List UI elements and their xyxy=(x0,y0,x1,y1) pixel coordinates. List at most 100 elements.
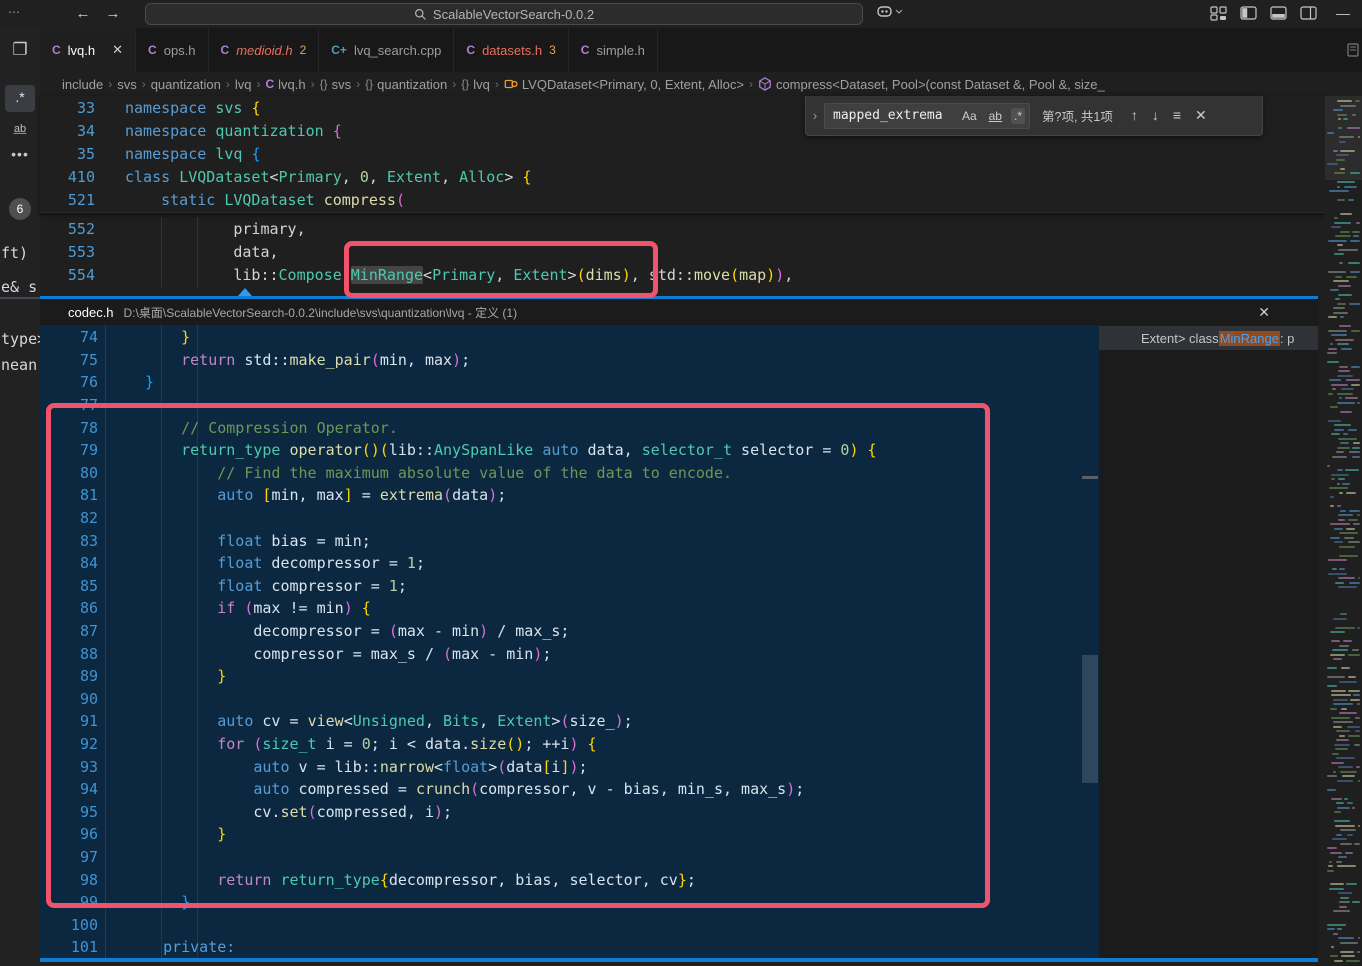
scrollbar-thumb[interactable] xyxy=(1082,655,1098,783)
code-line-554: 554 lib::Compose(MinRange<Primary, Exten… xyxy=(40,263,1325,286)
line-number: 552 xyxy=(40,220,95,238)
match-case-icon[interactable]: Aa xyxy=(959,108,980,124)
breadcrumb-label: lvq xyxy=(235,77,252,92)
toggle-sidebar-icon[interactable] xyxy=(1240,6,1257,20)
close-tab-icon[interactable]: ✕ xyxy=(112,42,123,58)
breadcrumb-item[interactable]: LVQDataset<Primary, 0, Extent, Alloc> xyxy=(504,77,744,92)
line-number: 83 xyxy=(40,532,98,550)
code-line-77: 77 xyxy=(40,394,1081,417)
line-number: 82 xyxy=(40,509,98,527)
title-bar: ⋯ ← → ScalableVectorSearch-0.0.2 — xyxy=(0,0,1362,28)
problem-count-badge: 3 xyxy=(549,43,556,57)
tab-ops.h[interactable]: Cops.h xyxy=(136,28,208,72)
code-line-100: 100 xyxy=(40,913,1081,936)
line-number: 84 xyxy=(40,554,98,572)
breadcrumb-item[interactable]: quantization xyxy=(151,77,221,92)
window-menu-icon[interactable]: ⋯ xyxy=(8,5,21,19)
breadcrumb-item[interactable]: svs xyxy=(117,77,137,92)
find-input[interactable]: mapped_extrema Aa ab .* xyxy=(824,103,1030,129)
peek-close-icon[interactable]: ✕ xyxy=(1258,299,1270,325)
code-line-521: 521 static LVQDataset compress( xyxy=(40,189,1325,212)
copy-icon[interactable]: ❐ xyxy=(0,40,40,60)
command-center-search[interactable]: ScalableVectorSearch-0.0.2 xyxy=(145,3,863,25)
line-number: 88 xyxy=(40,645,98,663)
toggle-panel-icon[interactable] xyxy=(1270,6,1287,20)
breadcrumb-item[interactable]: {} quantization xyxy=(365,77,447,92)
breadcrumb-separator: › xyxy=(108,77,112,91)
breadcrumb-item[interactable]: Clvq.h xyxy=(265,77,305,92)
breadcrumb-item[interactable]: include xyxy=(62,77,103,92)
previous-match-icon[interactable]: ↑ xyxy=(1131,107,1138,124)
c-file-icon: C xyxy=(466,43,475,57)
line-number: 81 xyxy=(40,486,98,504)
tab-simple.h[interactable]: Csimple.h xyxy=(569,28,658,72)
code-line-99: 99 } xyxy=(40,891,1081,914)
tab-label: datasets.h xyxy=(482,43,542,58)
breadcrumb-item[interactable]: {}svs xyxy=(320,77,352,92)
whole-word-icon[interactable]: ab xyxy=(986,108,1005,124)
left-rail: ❐ .* a̲b̲ ••• 6 ft)e& s...type>nean... xyxy=(0,28,40,966)
regex-icon[interactable]: .* xyxy=(5,85,35,112)
tab-label: simple.h xyxy=(596,43,644,58)
breadcrumb-item[interactable]: lvq xyxy=(235,77,252,92)
clipped-text: ft) xyxy=(1,244,40,262)
breadcrumb-label: quantization xyxy=(377,77,447,92)
tab-label: lvq_search.cpp xyxy=(354,43,441,58)
breadcrumb: include›svs›quantization›lvq›Clvq.h›{}sv… xyxy=(40,72,1362,96)
titlebar-actions: — xyxy=(1210,5,1350,21)
toggle-replace-chevron[interactable]: › xyxy=(806,96,824,135)
code-line-35: 35namespace lvq { xyxy=(40,142,1325,165)
regex-toggle-icon[interactable]: .* xyxy=(1011,108,1025,124)
breadcrumb-label: lvq xyxy=(473,77,490,92)
toggle-secondary-sidebar-icon[interactable] xyxy=(1300,6,1317,20)
line-number: 94 xyxy=(40,780,98,798)
line-number: 77 xyxy=(40,396,98,414)
breadcrumb-label: quantization xyxy=(151,77,221,92)
back-arrow-icon[interactable]: ← xyxy=(72,3,94,25)
line-number: 76 xyxy=(40,373,98,391)
peek-arrow xyxy=(238,288,252,296)
more-actions-icon[interactable]: ••• xyxy=(0,146,40,162)
preserve-case-icon[interactable]: a̲b̲ xyxy=(0,123,40,135)
copilot-button[interactable] xyxy=(876,4,903,19)
peek-code-editor[interactable]: 74 }75 return std::make_pair(min, max);7… xyxy=(40,325,1081,958)
notification-badge[interactable]: 6 xyxy=(9,198,31,220)
breadcrumb-item[interactable]: {}lvq xyxy=(461,77,490,92)
code-line-94: 94 auto compressed = crunch(compressor, … xyxy=(40,778,1081,801)
breadcrumb-label: lvq.h xyxy=(278,77,305,92)
code-line-80: 80 // Find the maximum absolute value of… xyxy=(40,462,1081,485)
minimize-button[interactable]: — xyxy=(1336,5,1350,21)
editor-actions-icon[interactable] xyxy=(1346,43,1360,57)
tab-lvq.h[interactable]: Clvq.h✕ xyxy=(40,28,136,72)
breadcrumb-separator: › xyxy=(495,77,499,91)
copilot-icon xyxy=(876,4,893,19)
method-symbol-icon xyxy=(758,77,772,91)
line-number: 90 xyxy=(40,690,98,708)
reference-list-item[interactable]: Extent> class MinRange : p xyxy=(1099,326,1318,350)
find-query[interactable]: mapped_extrema xyxy=(833,108,953,123)
close-find-icon[interactable]: ✕ xyxy=(1195,107,1207,124)
next-match-icon[interactable]: ↓ xyxy=(1152,107,1159,124)
customize-layout-icon[interactable] xyxy=(1210,6,1227,21)
search-text: ScalableVectorSearch-0.0.2 xyxy=(433,7,594,22)
editor-lines: 552 primary,553 data,554 lib::Compose(Mi… xyxy=(40,217,1325,287)
code-line-410: 410class LVQDataset<Primary, 0, Extent, … xyxy=(40,166,1325,189)
namespace-icon: {} xyxy=(365,77,373,91)
tab-lvq_search.cpp[interactable]: C+lvq_search.cpp xyxy=(319,28,454,72)
peek-title-bar[interactable]: codec.h D:\桌面\ScalableVectorSearch-0.0.2… xyxy=(40,299,1318,325)
peek-scrollbar[interactable] xyxy=(1081,325,1099,958)
find-in-selection-icon[interactable]: ≡ xyxy=(1173,107,1181,124)
forward-arrow-icon[interactable]: → xyxy=(102,3,124,25)
breadcrumb-item[interactable]: compress<Dataset, Pool>(const Dataset &,… xyxy=(758,77,1105,92)
breadcrumb-label: compress<Dataset, Pool>(const Dataset &,… xyxy=(776,77,1105,92)
minimap[interactable] xyxy=(1325,96,1362,966)
peek-file-path: D:\桌面\ScalableVectorSearch-0.0.2\include… xyxy=(124,304,518,321)
clipped-text: nean... xyxy=(1,356,40,374)
line-number: 98 xyxy=(40,871,98,889)
c-file-icon: C xyxy=(581,43,590,57)
line-number: 87 xyxy=(40,622,98,640)
line-number: 95 xyxy=(40,803,98,821)
code-line-76: 76} xyxy=(40,371,1081,394)
tab-medioid.h[interactable]: Cmedioid.h2 xyxy=(209,28,320,72)
tab-datasets.h[interactable]: Cdatasets.h 3 xyxy=(454,28,568,72)
